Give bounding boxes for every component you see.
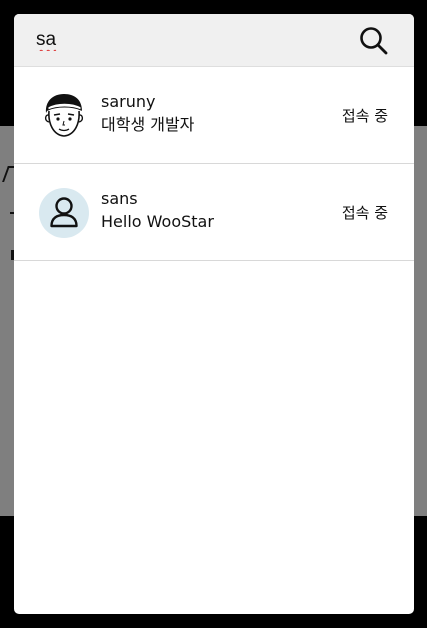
screen: saruny 대학생 개발자 접속 중 sans Hello WooStar 접… — [0, 0, 427, 628]
default-user-avatar — [39, 188, 89, 238]
user-search-panel: saruny 대학생 개발자 접속 중 sans Hello WooStar 접… — [14, 14, 414, 614]
result-text: sans Hello WooStar — [101, 188, 214, 234]
search-input[interactable] — [36, 26, 346, 54]
background-glyph — [2, 166, 20, 346]
user-status-message: 대학생 개발자 — [101, 115, 195, 134]
cartoon-face-avatar — [39, 91, 89, 141]
result-item-saruny[interactable]: saruny 대학생 개발자 접속 중 — [14, 67, 414, 164]
search-bar — [14, 14, 414, 67]
user-name: sans — [101, 189, 138, 208]
user-status-message: Hello WooStar — [101, 212, 214, 231]
result-text: saruny 대학생 개발자 — [101, 91, 194, 137]
user-name: saruny — [101, 92, 156, 111]
search-results: saruny 대학생 개발자 접속 중 sans Hello WooStar 접… — [14, 67, 414, 261]
online-status: 접속 중 — [341, 204, 388, 222]
result-item-sans[interactable]: sans Hello WooStar 접속 중 — [14, 164, 414, 261]
search-button[interactable] — [358, 25, 390, 57]
search-icon — [358, 25, 390, 57]
online-status: 접속 중 — [341, 107, 388, 125]
